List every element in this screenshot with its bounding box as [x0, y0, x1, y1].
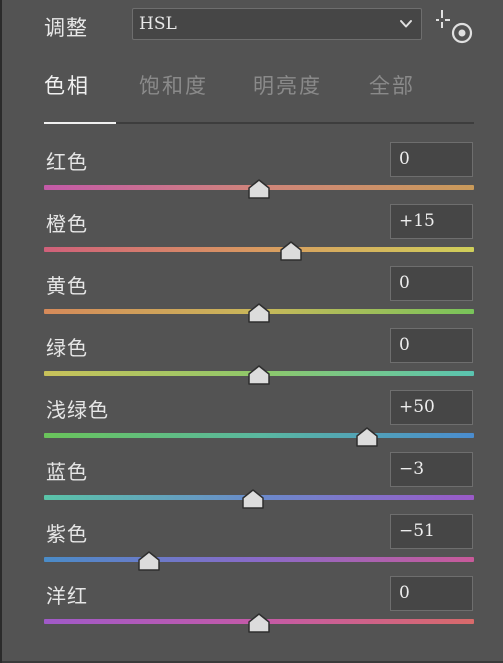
hsl-tabs: 色相 饱和度 明亮度 全部 [44, 66, 474, 126]
active-tab-indicator [44, 122, 116, 124]
slider-thumb-magenta[interactable] [248, 613, 270, 633]
slider-label-aqua: 浅绿色 [46, 398, 109, 422]
slider-thumb-red[interactable] [248, 179, 270, 199]
slider-row-blue: 蓝色 −3 [2, 452, 503, 514]
slider-thumb-yellow[interactable] [248, 303, 270, 323]
tab-hue[interactable]: 色相 [44, 70, 90, 100]
slider-track-orange[interactable] [44, 247, 474, 252]
value-input-green[interactable]: 0 [390, 328, 473, 363]
value-input-aqua[interactable]: +50 [390, 390, 473, 425]
slider-row-purple: 紫色 −51 [2, 514, 503, 576]
tab-saturation[interactable]: 饱和度 [139, 70, 208, 100]
value-input-orange[interactable]: +15 [390, 204, 473, 239]
slider-label-red: 红色 [46, 150, 88, 174]
value-input-magenta[interactable]: 0 [390, 576, 473, 611]
slider-thumb-purple[interactable] [138, 551, 161, 571]
slider-track-aqua[interactable] [44, 433, 474, 438]
slider-row-green: 绿色 0 [2, 328, 503, 390]
slider-row-orange: 橙色 +15 [2, 204, 503, 266]
slider-label-magenta: 洋红 [46, 584, 88, 608]
adjustment-mode-select[interactable]: HSL [132, 8, 422, 40]
hsl-panel: 调整 HSL 色相 饱和度 明亮度 全部 红色 0 橙色 +15 黄色 0 绿色… [2, 0, 503, 663]
slider-label-blue: 蓝色 [46, 460, 88, 484]
slider-label-green: 绿色 [46, 336, 88, 360]
slider-thumb-aqua[interactable] [355, 427, 378, 447]
targeted-adjustment-tool-icon[interactable] [436, 8, 476, 46]
value-input-purple[interactable]: −51 [390, 514, 473, 549]
tab-luminance[interactable]: 明亮度 [253, 70, 322, 100]
adjustment-mode-value: HSL [139, 14, 177, 34]
slider-thumb-orange[interactable] [280, 241, 302, 261]
slider-thumb-blue[interactable] [241, 489, 264, 509]
value-input-red[interactable]: 0 [390, 142, 473, 177]
slider-label-purple: 紫色 [46, 522, 88, 546]
slider-label-yellow: 黄色 [46, 274, 88, 298]
slider-row-aqua: 浅绿色 +50 [2, 390, 503, 452]
slider-track-purple[interactable] [44, 557, 474, 562]
tab-all[interactable]: 全部 [369, 70, 415, 100]
slider-label-orange: 橙色 [46, 212, 88, 236]
value-input-blue[interactable]: −3 [390, 452, 473, 487]
value-input-yellow[interactable]: 0 [390, 266, 473, 301]
slider-row-red: 红色 0 [2, 142, 503, 204]
chevron-down-icon [400, 20, 412, 28]
adjust-label: 调整 [44, 16, 88, 40]
slider-thumb-green[interactable] [248, 365, 270, 385]
slider-row-yellow: 黄色 0 [2, 266, 503, 328]
slider-row-magenta: 洋红 0 [2, 576, 503, 638]
